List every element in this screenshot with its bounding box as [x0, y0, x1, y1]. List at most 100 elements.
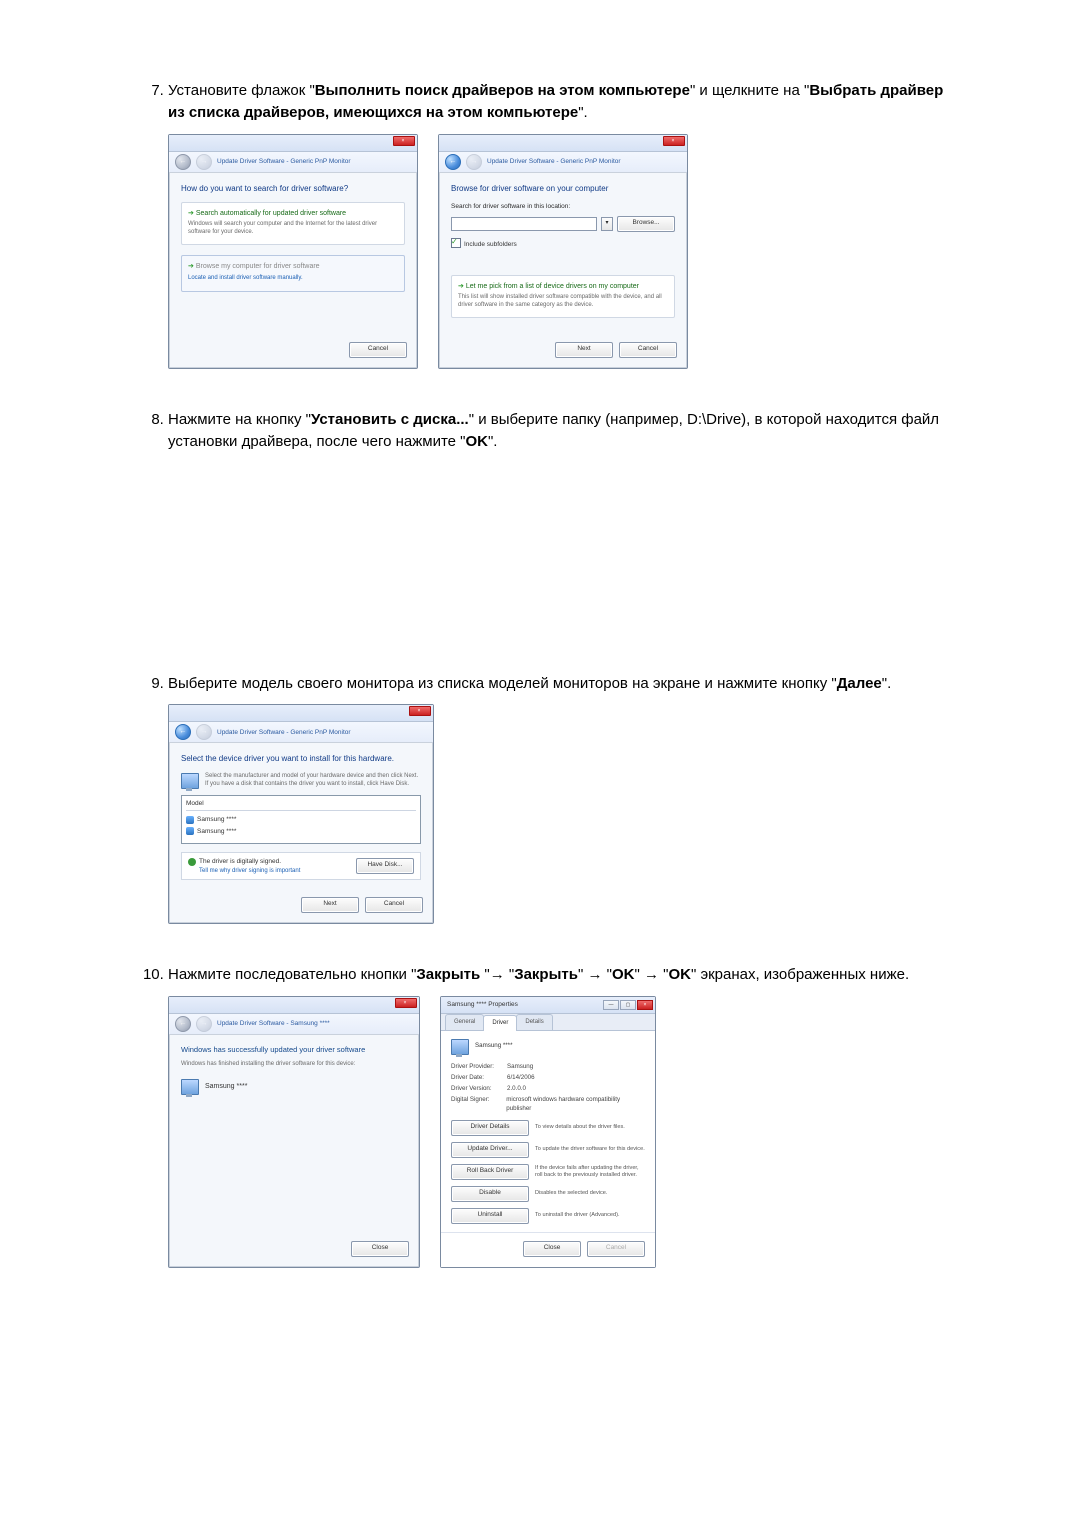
- title-bar: ×: [169, 705, 433, 722]
- kv-provider: Driver Provider:Samsung: [451, 1063, 645, 1072]
- tab-driver[interactable]: Driver: [483, 1015, 517, 1031]
- info-row: Select the manufacturer and model of you…: [181, 773, 421, 789]
- dropdown-icon[interactable]: ▾: [601, 217, 613, 231]
- step-9-text: Выберите модель своего монитора из списк…: [168, 673, 960, 695]
- title-bar: Samsung **** Properties — ▢ ×: [441, 997, 655, 1014]
- crumb-text: Update Driver Software - Generic PnP Mon…: [217, 157, 351, 166]
- label: Driver Provider:: [451, 1063, 507, 1072]
- nav-fwd-icon[interactable]: →: [196, 1016, 212, 1032]
- step-8-text: Нажмите на кнопку "Установить с диска...…: [168, 409, 960, 453]
- nav-back-icon[interactable]: ←: [175, 154, 191, 170]
- cancel-button[interactable]: Cancel: [619, 342, 677, 358]
- kv-signer: Digital Signer:microsoft windows hardwar…: [451, 1096, 645, 1114]
- step7-pre: Установите флажок ": [168, 82, 315, 99]
- action-driver-details: Driver Details To view details about the…: [451, 1120, 645, 1136]
- nav-fwd-icon[interactable]: →: [466, 154, 482, 170]
- title-bar: ×: [169, 997, 419, 1014]
- document-page: Установите флажок "Выполнить поиск драйв…: [0, 0, 1080, 1368]
- s10b4: OK: [668, 966, 691, 983]
- nav-bar: ← → Update Driver Software - Generic PnP…: [169, 722, 433, 743]
- shield-icon: [186, 816, 194, 824]
- next-button[interactable]: Next: [555, 342, 613, 358]
- close-icon[interactable]: ×: [637, 1000, 653, 1010]
- s10t4: " экранах, изображенных ниже.: [691, 966, 909, 983]
- cancel-button[interactable]: Cancel: [587, 1241, 645, 1257]
- step7-screenshots: × ← → Update Driver Software - Generic P…: [168, 134, 960, 370]
- checkbox-icon[interactable]: [451, 238, 461, 248]
- info-text: Select the manufacturer and model of you…: [205, 773, 421, 788]
- option-browse-my-computer[interactable]: ➔Browse my computer for driver software …: [181, 255, 405, 292]
- close-icon[interactable]: ×: [395, 998, 417, 1008]
- dialog-footer: Next Cancel: [169, 891, 433, 923]
- heading: How do you want to search for driver sof…: [181, 183, 405, 195]
- s8b1: Установить с диска...: [311, 411, 469, 428]
- nav-back-icon[interactable]: ←: [175, 724, 191, 740]
- heading: Windows has successfully updated your dr…: [181, 1045, 407, 1056]
- maximize-icon[interactable]: ▢: [620, 1000, 636, 1010]
- cancel-button[interactable]: Cancel: [365, 897, 423, 913]
- close-button[interactable]: Close: [523, 1241, 581, 1257]
- tab-strip: General Driver Details: [441, 1014, 655, 1031]
- path-input[interactable]: [451, 217, 597, 231]
- dialog-browse-driver: × ← → Update Driver Software - Generic P…: [438, 134, 688, 370]
- browse-button[interactable]: Browse...: [617, 216, 675, 232]
- tab-general[interactable]: General: [445, 1014, 484, 1030]
- dialog-properties: Samsung **** Properties — ▢ × General Dr…: [440, 996, 656, 1268]
- s9t2: ".: [882, 675, 892, 692]
- rollback-driver-button[interactable]: Roll Back Driver: [451, 1164, 529, 1180]
- properties-body: Samsung **** Driver Provider:Samsung Dri…: [441, 1031, 655, 1232]
- option-title: ➔Browse my computer for driver software: [188, 262, 398, 272]
- driver-details-button[interactable]: Driver Details: [451, 1120, 529, 1136]
- kv-version: Driver Version:2.0.0.0: [451, 1085, 645, 1094]
- nav-fwd-icon[interactable]: →: [196, 724, 212, 740]
- update-driver-button[interactable]: Update Driver...: [451, 1142, 529, 1158]
- uninstall-button[interactable]: Uninstall: [451, 1208, 529, 1224]
- step-7: Установите флажок "Выполнить поиск драйв…: [168, 80, 960, 369]
- option-title-text: Let me pick from a list of device driver…: [466, 283, 639, 290]
- action-rollback-driver: Roll Back Driver If the device fails aft…: [451, 1164, 645, 1180]
- close-icon[interactable]: ×: [409, 706, 431, 716]
- have-disk-button[interactable]: Have Disk...: [356, 858, 414, 874]
- option-subtext: This list will show installed driver sof…: [458, 294, 668, 309]
- device-name: Samsung ****: [475, 1042, 513, 1051]
- signing-link[interactable]: Tell me why driver signing is important: [199, 867, 300, 876]
- close-icon[interactable]: ×: [393, 136, 415, 146]
- device-title-row: Samsung ****: [451, 1039, 645, 1055]
- cancel-button[interactable]: Cancel: [349, 342, 407, 358]
- s8t1: Нажмите на кнопку ": [168, 411, 311, 428]
- action-desc: To update the driver software for this d…: [535, 1146, 645, 1153]
- s8t3: ".: [488, 433, 498, 450]
- nav-fwd-icon[interactable]: →: [196, 154, 212, 170]
- nav-back-icon[interactable]: ←: [175, 1016, 191, 1032]
- list-item[interactable]: Samsung ****: [186, 814, 416, 825]
- device-row: Samsung ****: [181, 1079, 407, 1095]
- close-button[interactable]: Close: [351, 1241, 409, 1257]
- path-label: Search for driver software in this locat…: [451, 202, 675, 211]
- close-icon[interactable]: ×: [663, 136, 685, 146]
- option-pick-from-list[interactable]: ➔Let me pick from a list of device drive…: [451, 275, 675, 318]
- check-icon: [188, 858, 196, 866]
- tab-details[interactable]: Details: [516, 1014, 552, 1030]
- next-button[interactable]: Next: [301, 897, 359, 913]
- label: Driver Date:: [451, 1074, 507, 1083]
- window-buttons: — ▢ ×: [603, 1000, 653, 1010]
- disable-button[interactable]: Disable: [451, 1186, 529, 1202]
- monitor-icon: [181, 773, 199, 789]
- dialog-body: Windows has successfully updated your dr…: [169, 1035, 419, 1235]
- include-subfolders-label: Include subfolders: [464, 241, 517, 248]
- action-desc: Disables the selected device.: [535, 1190, 645, 1197]
- nav-bar: ← → Update Driver Software - Generic PnP…: [439, 152, 687, 173]
- include-subfolders-row[interactable]: Include subfolders: [451, 238, 675, 249]
- option-title: ➔Search automatically for updated driver…: [188, 209, 398, 219]
- signed-label: The driver is digitally signed.: [199, 857, 281, 866]
- minimize-icon[interactable]: —: [603, 1000, 619, 1010]
- nav-bar: ← → Update Driver Software - Generic PnP…: [169, 152, 417, 173]
- list-item[interactable]: Samsung ****: [186, 826, 416, 837]
- signed-row: The driver is digitally signed. Tell me …: [181, 852, 421, 880]
- option-auto-search[interactable]: ➔Search automatically for updated driver…: [181, 202, 405, 245]
- crumb-text: Update Driver Software - Generic PnP Mon…: [487, 157, 621, 166]
- path-row: ▾ Browse...: [451, 216, 675, 232]
- nav-back-icon[interactable]: ←: [445, 154, 461, 170]
- step7-mid: " и щелкните на ": [690, 82, 809, 99]
- action-update-driver: Update Driver... To update the driver so…: [451, 1142, 645, 1158]
